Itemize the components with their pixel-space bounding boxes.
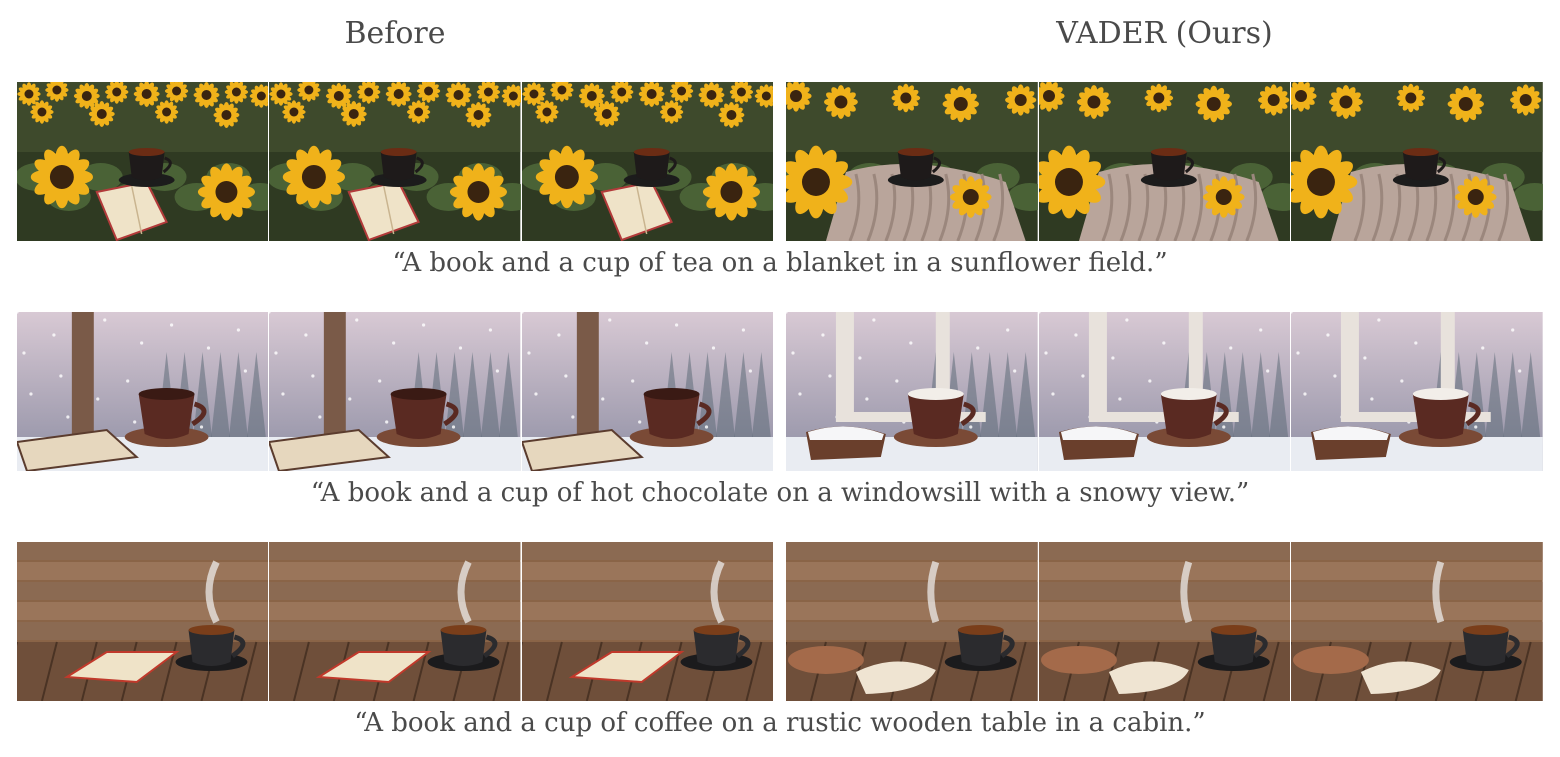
video-frame — [17, 312, 269, 471]
snowy-window-image — [17, 312, 269, 471]
video-frame — [520, 82, 773, 241]
video-frame — [1037, 542, 1291, 701]
wooden-cabin-image — [786, 542, 1038, 701]
video-frame — [1037, 312, 1291, 471]
video-frame — [17, 542, 269, 701]
prompt-caption: “A book and a cup of hot chocolate on a … — [310, 478, 1250, 508]
video-frame — [1290, 312, 1544, 471]
video-frame — [268, 82, 521, 241]
video-frame — [786, 312, 1038, 471]
snowy-window-image — [1038, 312, 1291, 471]
video-frame — [17, 82, 269, 241]
before-frame-strip — [17, 542, 773, 701]
vader-column-header: VADER (Ours) — [1056, 16, 1273, 51]
snowy-window-image — [1291, 312, 1544, 471]
before-frame-strip — [17, 82, 773, 241]
wooden-cabin-image — [1038, 542, 1291, 701]
vader-frame-strip — [786, 82, 1544, 241]
sunflower-field-image — [269, 82, 521, 241]
sunflower-field-image — [1291, 82, 1544, 241]
sunflower-field-image — [17, 82, 269, 241]
video-frame — [520, 542, 773, 701]
video-frame — [786, 542, 1038, 701]
vader-frame-strip — [786, 542, 1544, 701]
video-frame — [786, 82, 1038, 241]
before-column-header: Before — [344, 16, 446, 51]
wooden-cabin-image — [269, 542, 521, 701]
video-frame — [268, 542, 521, 701]
video-frame — [1290, 82, 1544, 241]
video-frame — [520, 312, 773, 471]
sunflower-field-image — [1038, 82, 1291, 241]
snowy-window-image — [269, 312, 521, 471]
video-frame — [1037, 82, 1291, 241]
wooden-cabin-image — [1291, 542, 1544, 701]
sunflower-field-image — [786, 82, 1038, 241]
video-frame — [1290, 542, 1544, 701]
vader-frame-strip — [786, 312, 1544, 471]
snowy-window-image — [786, 312, 1038, 471]
sunflower-field-image — [521, 82, 773, 241]
snowy-window-image — [521, 312, 773, 471]
prompt-caption: “A book and a cup of coffee on a rustic … — [354, 708, 1206, 738]
before-frame-strip — [17, 312, 773, 471]
video-frame — [268, 312, 521, 471]
wooden-cabin-image — [521, 542, 773, 701]
prompt-caption: “A book and a cup of tea on a blanket in… — [392, 248, 1168, 278]
wooden-cabin-image — [17, 542, 269, 701]
